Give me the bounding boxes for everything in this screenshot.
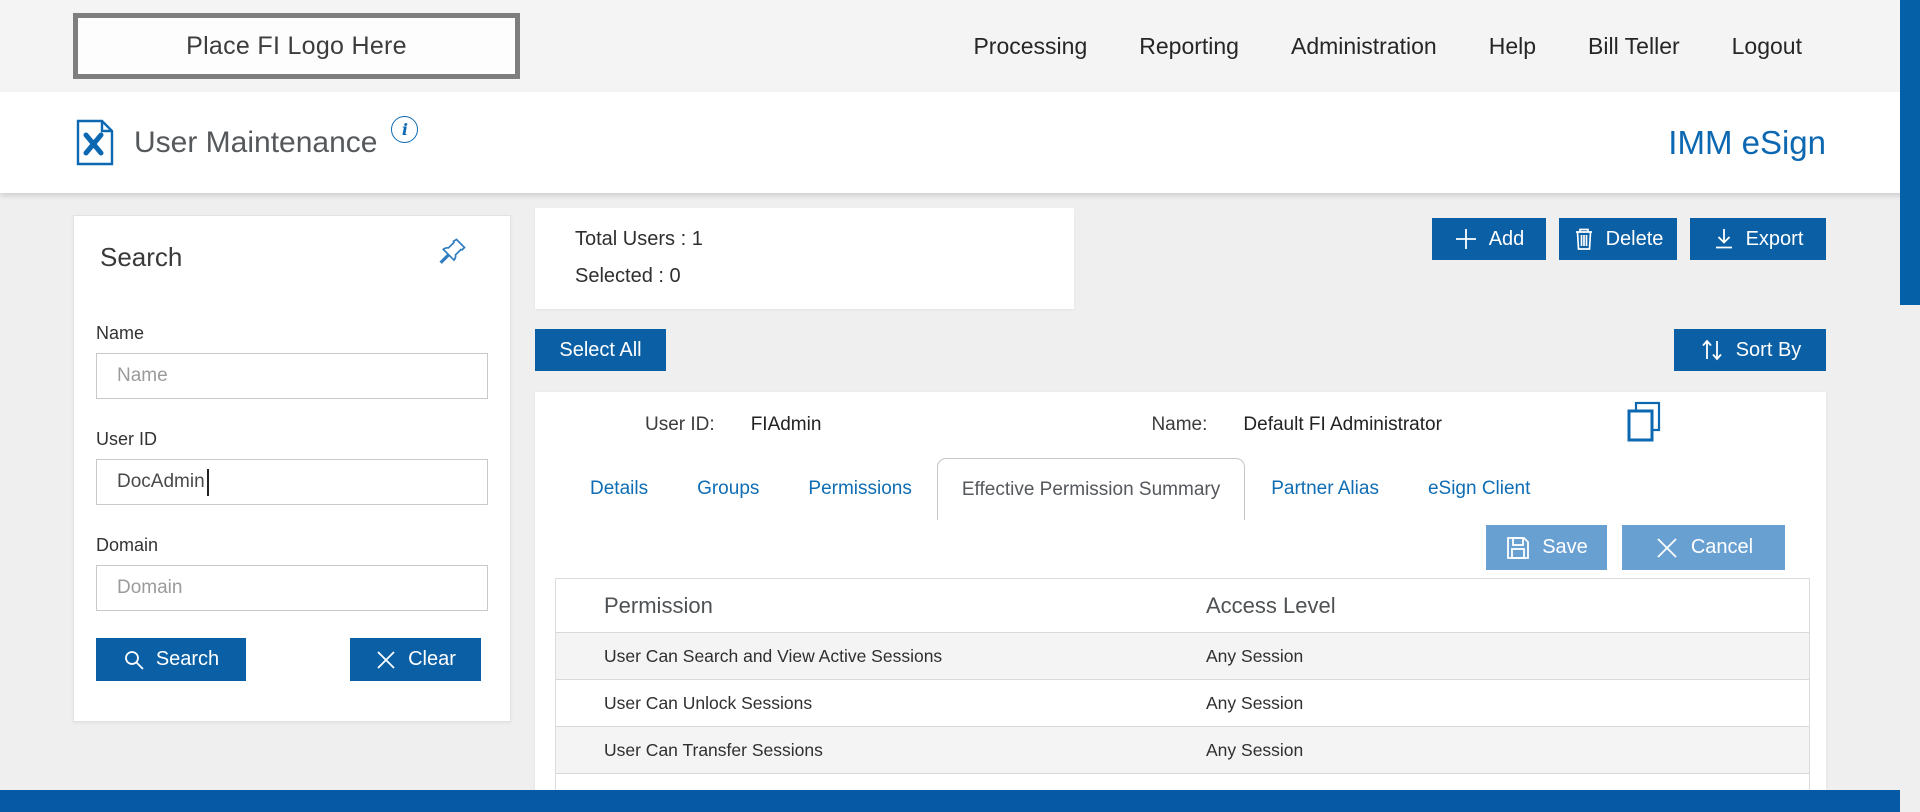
- select-all-button[interactable]: Select All: [535, 329, 666, 371]
- clear-button-label: Clear: [408, 648, 456, 670]
- nav-item-administration[interactable]: Administration: [1291, 33, 1437, 60]
- add-button-label: Add: [1488, 227, 1525, 250]
- export-button[interactable]: Export: [1690, 218, 1826, 260]
- text-caret: [206, 468, 209, 496]
- scrollbar-track[interactable]: [1900, 0, 1920, 812]
- permissions-table-header: Permission Access Level: [556, 579, 1809, 632]
- domain-label: Domain: [96, 535, 159, 555]
- search-actions: Search Clear: [74, 611, 510, 681]
- name-field-value: Default FI Administrator: [1243, 414, 1442, 435]
- permission-cell: User Can Unlock Sessions: [604, 692, 813, 713]
- name-input[interactable]: [96, 353, 488, 399]
- copy-icon[interactable]: [1625, 400, 1663, 450]
- download-icon: [1715, 229, 1732, 249]
- search-button-label: Search: [155, 648, 220, 670]
- search-fields: Name User ID DocAdmin Domain: [74, 323, 510, 611]
- x-icon: [377, 650, 395, 669]
- plus-icon: [1455, 229, 1476, 249]
- user-tabs: Details Groups Permissions Effective Per…: [535, 458, 1826, 520]
- save-button-label: Save: [1542, 536, 1588, 558]
- delete-button-label: Delete: [1605, 227, 1664, 250]
- sort-by-button[interactable]: Sort By: [1674, 329, 1826, 371]
- access-level-cell: Any Session: [1206, 739, 1304, 760]
- page-title: User Maintenance: [134, 125, 378, 159]
- info-icon[interactable]: i: [391, 116, 419, 143]
- selected-label: Selected :: [575, 265, 664, 287]
- permissions-table: Permission Access Level User Can Search …: [555, 578, 1810, 812]
- tab-permissions[interactable]: Permissions: [808, 478, 911, 520]
- user-maintenance-screen: Place FI Logo Here Processing Reporting …: [0, 0, 1920, 812]
- table-row[interactable]: User Can Unlock Sessions Any Session: [556, 679, 1809, 726]
- x-icon: [1657, 537, 1677, 558]
- nav-item-help[interactable]: Help: [1489, 33, 1536, 60]
- access-level-cell: Any Session: [1206, 692, 1304, 713]
- tab-details[interactable]: Details: [590, 478, 648, 520]
- fi-logo-placeholder: Place FI Logo Here: [73, 13, 520, 79]
- summary-box: Total Users : 1 Selected : 0: [535, 208, 1074, 309]
- nav-item-processing[interactable]: Processing: [973, 33, 1087, 60]
- permission-cell: User Can Transfer Sessions: [604, 739, 823, 760]
- delete-user-button[interactable]: Delete: [1559, 218, 1677, 260]
- cancel-button-label: Cancel: [1690, 536, 1754, 558]
- scrollbar-thumb[interactable]: [1900, 0, 1920, 305]
- domain-input[interactable]: [96, 565, 488, 611]
- column-permission: Permission: [604, 592, 713, 618]
- save-button[interactable]: Save: [1486, 525, 1607, 570]
- search-button[interactable]: Search: [96, 638, 246, 681]
- user-id-value: DocAdmin: [117, 471, 205, 492]
- nav-item-logout[interactable]: Logout: [1732, 33, 1802, 60]
- search-panel: Search Name User ID DocAdmin Domain Sear…: [73, 215, 511, 722]
- name-field-label: Name:: [1151, 414, 1208, 435]
- permission-cell: User Can Search and View Active Sessions: [604, 645, 943, 666]
- brand-logo: IMM eSign: [1668, 123, 1826, 161]
- sort-by-label: Sort By: [1735, 338, 1802, 361]
- table-row[interactable]: User Can Search and View Active Sessions…: [556, 632, 1809, 679]
- name-label: Name: [96, 323, 145, 343]
- bottom-accent-bar: [0, 790, 1900, 812]
- access-level-cell: Any Session: [1206, 645, 1304, 666]
- total-users-value: 1: [691, 228, 703, 250]
- fi-logo-text: Place FI Logo Here: [186, 31, 407, 60]
- total-users-label: Total Users :: [575, 228, 687, 250]
- user-card-header: User ID: FIAdmin Name: Default FI Admini…: [535, 392, 1826, 442]
- user-id-input[interactable]: DocAdmin: [96, 459, 488, 505]
- up-down-arrows-icon: [1702, 339, 1722, 361]
- user-id-field-value: FIAdmin: [750, 414, 822, 435]
- user-id-field-label: User ID:: [645, 414, 715, 435]
- nav-item-reporting[interactable]: Reporting: [1139, 33, 1239, 60]
- select-all-label: Select All: [559, 338, 642, 361]
- user-toolbar: Add Delete Export: [1417, 218, 1826, 260]
- save-cancel-row: Save Cancel: [535, 525, 1826, 570]
- document-tools-icon: [75, 119, 115, 166]
- export-button-label: Export: [1745, 227, 1804, 250]
- page-header: User Maintenance i IMM eSign: [0, 92, 1920, 193]
- user-id-label: User ID: [96, 429, 158, 449]
- selected-value: 0: [669, 265, 681, 287]
- cancel-button[interactable]: Cancel: [1622, 525, 1785, 570]
- clear-button[interactable]: Clear: [350, 638, 481, 681]
- column-access-level: Access Level: [1206, 592, 1336, 618]
- floppy-disk-icon: [1507, 536, 1530, 559]
- pushpin-icon[interactable]: [434, 234, 470, 275]
- tab-groups[interactable]: Groups: [697, 478, 759, 520]
- magnifier-icon: [124, 650, 144, 670]
- user-detail-card: User ID: FIAdmin Name: Default FI Admini…: [535, 392, 1826, 812]
- nav-item-bill-teller[interactable]: Bill Teller: [1588, 33, 1680, 60]
- tab-esign-client[interactable]: eSign Client: [1428, 478, 1530, 520]
- add-user-button[interactable]: Add: [1432, 218, 1546, 260]
- top-nav-bar: Place FI Logo Here Processing Reporting …: [0, 0, 1920, 92]
- main-nav: Processing Reporting Administration Help…: [973, 33, 1920, 60]
- tab-partner-alias[interactable]: Partner Alias: [1271, 478, 1379, 520]
- table-row[interactable]: User Can Transfer Sessions Any Session: [556, 726, 1809, 773]
- tab-effective-permission-summary[interactable]: Effective Permission Summary: [936, 458, 1246, 520]
- trash-icon: [1575, 228, 1592, 250]
